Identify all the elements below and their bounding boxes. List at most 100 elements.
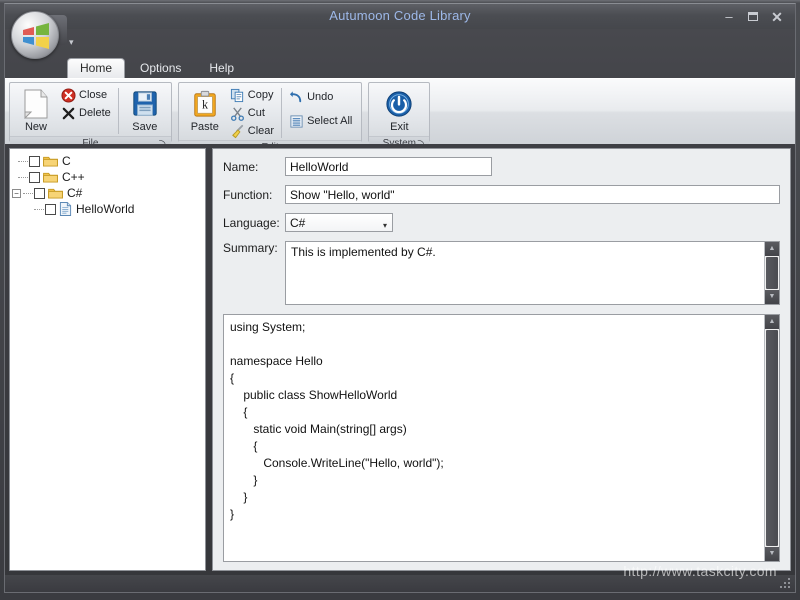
windows-logo-icon [23, 23, 49, 49]
scroll-up-icon[interactable]: ▲ [765, 242, 779, 256]
save-button-label: Save [132, 121, 158, 133]
tree-checkbox[interactable] [45, 203, 56, 215]
tab-help[interactable]: Help [196, 58, 247, 79]
scroll-thumb[interactable] [766, 330, 778, 546]
function-label: Function: [223, 187, 273, 202]
tree-node-cpp[interactable]: C++ [12, 169, 203, 185]
maximize-button[interactable] [743, 8, 763, 26]
detail-form-panel: Name: Function: Language: C# ▾ Summary: … [212, 148, 791, 571]
paste-button-label: Paste [190, 121, 219, 133]
code-text[interactable]: using System; namespace Hello { public c… [224, 315, 763, 561]
save-button[interactable]: Save [123, 86, 167, 136]
summary-scrollbar[interactable]: ▲ ▼ [764, 242, 779, 304]
file-group-separator [117, 88, 119, 134]
tree-line-icon [18, 176, 28, 178]
tree-node-label: C++ [62, 170, 85, 184]
undo-button[interactable]: Undo [286, 88, 357, 106]
delete-button-label: Delete [79, 107, 111, 119]
language-combobox[interactable]: C# ▾ [285, 213, 393, 232]
delete-button[interactable]: Delete [58, 104, 116, 122]
select-all-button[interactable]: Select All [286, 112, 357, 130]
name-row: Name: [223, 157, 780, 176]
ribbon-chrome: ▾ Home Options Help New Close Delete Sav… [4, 11, 796, 155]
edit-small-buttons-2: Undo Select All [286, 86, 357, 130]
ribbon-panel: New Close Delete Save k Paste Copy Cut C… [5, 78, 795, 155]
new-button-label: New [24, 121, 47, 133]
edit-small-buttons-1: Copy Cut Clear [227, 86, 279, 140]
exit-button[interactable]: Exit [373, 86, 425, 136]
clear-button-label: Clear [247, 125, 275, 137]
edit-group-separator [281, 88, 283, 138]
window-title: Autumoon Code Library [329, 8, 471, 23]
paste-clipboard-icon: k [194, 90, 216, 117]
tree-node-helloworld[interactable]: HelloWorld [12, 201, 203, 217]
clear-button[interactable]: Clear [227, 122, 279, 140]
tree-line-icon [23, 192, 33, 194]
power-exit-icon [386, 91, 412, 117]
system-group-items: Exit [369, 83, 429, 136]
close-circle-icon [61, 87, 76, 103]
title-bar: Autumoon Code Library – ✕ [4, 3, 796, 29]
select-all-button-label: Select All [307, 115, 353, 127]
folder-icon [43, 171, 58, 183]
scroll-down-icon[interactable]: ▼ [765, 290, 779, 304]
ribbon-group-file: New Close Delete Save [9, 82, 172, 151]
language-label: Language: [223, 215, 280, 230]
summary-row: Summary: This is implemented by C#. ▲ ▼ [223, 241, 780, 305]
undo-button-label: Undo [307, 91, 334, 103]
status-bar: http://www.taskcity.com [4, 563, 796, 593]
scroll-thumb[interactable] [766, 257, 778, 289]
tree-checkbox[interactable] [34, 187, 45, 199]
tab-home[interactable]: Home [67, 58, 126, 79]
ribbon-group-system: Exit System ⤵ [368, 82, 431, 151]
quick-access-dropdown[interactable]: ▾ [69, 37, 74, 48]
new-page-icon [24, 89, 48, 119]
tree-node-c[interactable]: C [12, 153, 203, 169]
edit-group-items: k Paste Copy Cut Clear Undo Select All [179, 83, 362, 140]
resize-grip[interactable] [780, 578, 792, 590]
summary-textarea[interactable]: This is implemented by C#. ▲ ▼ [285, 241, 780, 305]
tree-expander-icon[interactable]: − [12, 188, 21, 198]
exit-button-label: Exit [390, 121, 409, 133]
tab-options[interactable]: Options [127, 58, 194, 79]
cut-scissors-icon [230, 106, 244, 121]
code-editor[interactable]: using System; namespace Hello { public c… [223, 314, 780, 562]
close-button[interactable]: ✕ [767, 8, 787, 26]
category-tree-view[interactable]: C C++ − C# HelloWorld [9, 148, 206, 571]
close-button-label: Close [79, 89, 108, 101]
tree-node-label: C [62, 154, 71, 168]
copy-icon [230, 88, 243, 102]
tree-line-icon [34, 208, 44, 210]
minimize-button[interactable]: – [719, 8, 739, 26]
application-window: Autumoon Code Library – ✕ ▾ Home Options… [0, 0, 800, 600]
tree-checkbox[interactable] [29, 155, 40, 167]
name-input[interactable] [285, 157, 492, 176]
paste-button[interactable]: k Paste [183, 86, 227, 136]
folder-icon [43, 155, 58, 167]
file-small-buttons: Close Delete [58, 86, 116, 122]
new-button[interactable]: New [14, 86, 58, 136]
tree-checkbox[interactable] [29, 171, 40, 183]
tree-node-csharp[interactable]: − C# [12, 185, 203, 201]
chevron-down-icon: ▾ [382, 221, 387, 230]
undo-arrow-icon [290, 90, 302, 102]
code-scrollbar[interactable]: ▲ ▼ [764, 315, 779, 561]
function-input[interactable] [285, 185, 780, 204]
language-selected-value: C# [290, 216, 306, 230]
cut-button[interactable]: Cut [227, 104, 279, 122]
office-orb-button[interactable] [7, 7, 67, 63]
client-area: C C++ − C# HelloWorld Name: HelloWorld F… [4, 144, 796, 575]
tree-line-icon [18, 160, 28, 162]
cut-button-label: Cut [247, 107, 265, 119]
select-all-icon [290, 114, 303, 128]
ribbon-group-edit: k Paste Copy Cut Clear Undo Select All [177, 82, 363, 155]
clear-broom-icon [231, 124, 243, 138]
ribbon-tab-strip: Home Options Help [67, 57, 249, 79]
scroll-down-icon[interactable]: ▼ [765, 547, 779, 561]
copy-button[interactable]: Copy [227, 86, 279, 104]
delete-x-icon [62, 107, 75, 119]
function-row: Function: [223, 185, 780, 204]
close-button-ribbon[interactable]: Close [58, 86, 116, 104]
tree-node-label: C# [67, 186, 83, 200]
scroll-up-icon[interactable]: ▲ [765, 315, 779, 329]
